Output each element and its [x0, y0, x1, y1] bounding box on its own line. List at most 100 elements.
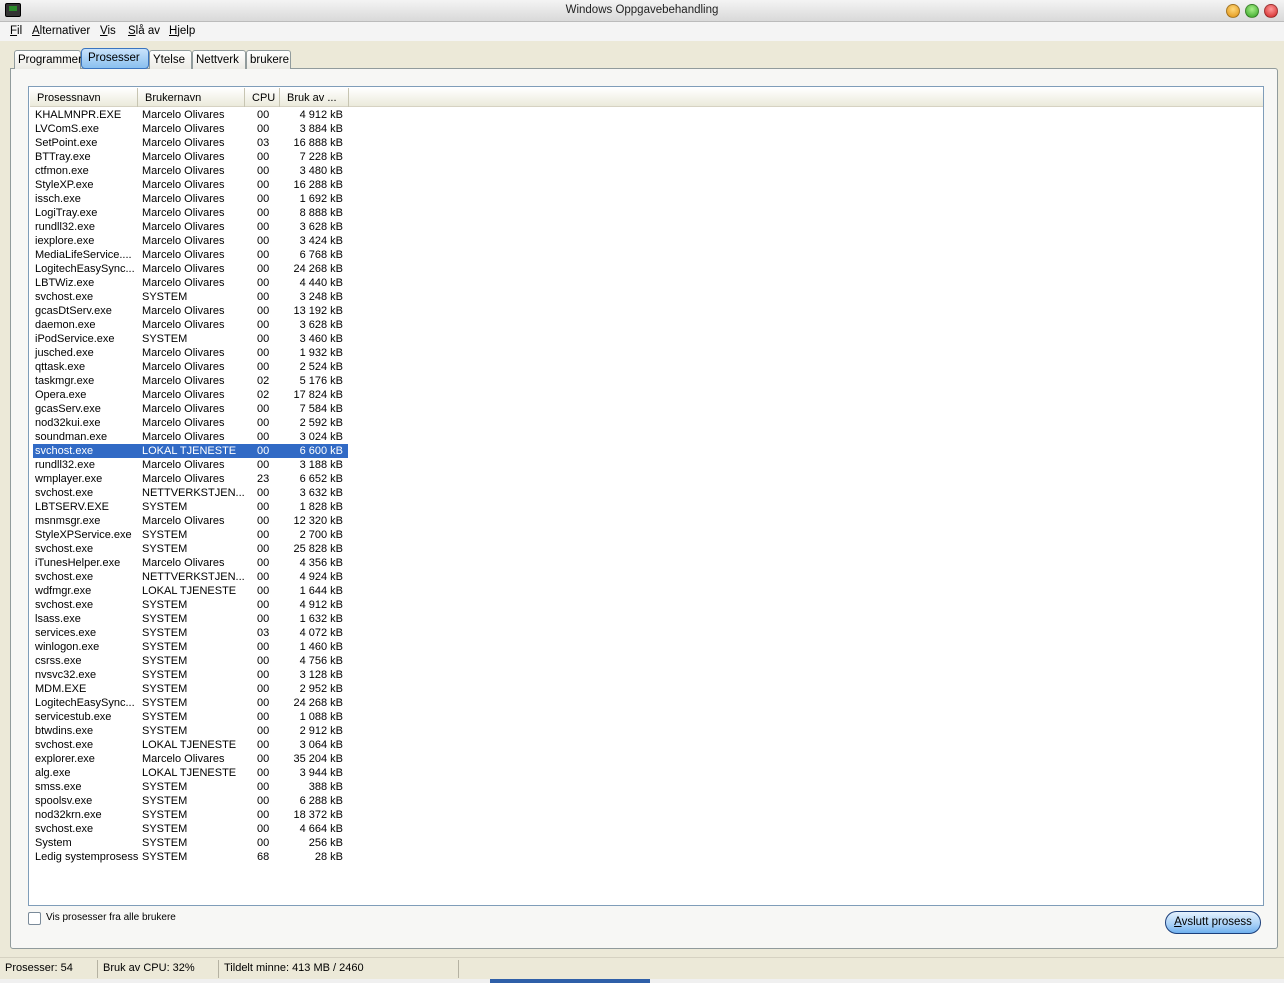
table-row[interactable]: MediaLifeService.... Marcelo Olivares 00 6 …: [33, 248, 348, 262]
cell-memory: 2 524 kB: [299, 361, 343, 373]
table-row[interactable]: KHALMNPR.EXE Marcelo Olivares 00 4 912 kB: [33, 108, 348, 122]
cell-user-name: Marcelo Olivares: [142, 263, 225, 275]
table-row[interactable]: svchost.exe SYSTEM 00 4 912 kB: [33, 598, 348, 612]
end-process-button[interactable]: Avslutt prosess: [1165, 911, 1261, 934]
cell-process-name: wmplayer.exe: [35, 473, 103, 485]
table-row[interactable]: lsass.exe SYSTEM 00 1 632 kB: [33, 612, 348, 626]
cell-process-name: Ledig systemprosess: [35, 851, 139, 863]
table-row[interactable]: soundman.exe Marcelo Olivares 00 3 024 kB: [33, 430, 348, 444]
table-row[interactable]: LBTWiz.exe Marcelo Olivares 00 4 440 kB: [33, 276, 348, 290]
table-row[interactable]: gcasServ.exe Marcelo Olivares 00 7 584 kB: [33, 402, 348, 416]
cell-user-name: Marcelo Olivares: [142, 207, 225, 219]
show-all-users-checkbox[interactable]: [28, 912, 41, 925]
table-row[interactable]: LogitechEasySync... SYSTEM 00 24 268 kB: [33, 696, 348, 710]
table-row[interactable]: SetPoint.exe Marcelo Olivares 03 16 888 kB: [33, 136, 348, 150]
table-row[interactable]: issch.exe Marcelo Olivares 00 1 692 kB: [33, 192, 348, 206]
cell-process-name: services.exe: [35, 627, 97, 639]
table-row[interactable]: LVComS.exe Marcelo Olivares 00 3 884 kB: [33, 122, 348, 136]
table-row[interactable]: winlogon.exe SYSTEM 00 1 460 kB: [33, 640, 348, 654]
tab-ytelse[interactable]: Ytelse: [149, 50, 192, 69]
cell-process-name: explorer.exe: [35, 753, 95, 765]
cell-user-name: Marcelo Olivares: [142, 235, 225, 247]
table-row[interactable]: servicestub.exe SYSTEM 00 1 088 kB: [33, 710, 348, 724]
menu-fil[interactable]: Fil: [10, 25, 22, 37]
cell-process-name: rundll32.exe: [35, 221, 95, 233]
column-header-process-name[interactable]: Prosessnavn: [30, 88, 138, 107]
column-header-cpu[interactable]: CPU: [245, 88, 280, 107]
table-row[interactable]: spoolsv.exe SYSTEM 00 6 288 kB: [33, 794, 348, 808]
table-row[interactable]: StyleXP.exe Marcelo Olivares 00 16 288 kB: [33, 178, 348, 192]
cell-process-name: msnmsgr.exe: [35, 515, 101, 527]
table-row[interactable]: rundll32.exe Marcelo Olivares 00 3 188 kB: [33, 458, 348, 472]
table-row[interactable]: rundll32.exe Marcelo Olivares 00 3 628 kB: [33, 220, 348, 234]
cell-process-name: KHALMNPR.EXE: [35, 109, 122, 121]
table-row[interactable]: svchost.exe NETTVERKSTJEN... 00 3 632 kB: [33, 486, 348, 500]
menu-alternativer[interactable]: Alternativer: [32, 25, 90, 37]
table-row[interactable]: LogitechEasySync... Marcelo Olivares 00 24 …: [33, 262, 348, 276]
cell-memory: 4 440 kB: [299, 277, 343, 289]
process-list[interactable]: Prosessnavn Brukernavn CPU Bruk av ... K…: [28, 86, 1264, 906]
table-row[interactable]: svchost.exe SYSTEM 00 3 248 kB: [33, 290, 348, 304]
table-row[interactable]: explorer.exe Marcelo Olivares 00 35 204 kB: [33, 752, 348, 766]
table-row[interactable]: iTunesHelper.exe Marcelo Olivares 00 4 356 …: [33, 556, 348, 570]
cell-process-name: qttask.exe: [35, 361, 86, 373]
table-row[interactable]: StyleXPService.exe SYSTEM 00 2 700 kB: [33, 528, 348, 542]
table-row[interactable]: qttask.exe Marcelo Olivares 00 2 524 kB: [33, 360, 348, 374]
table-row[interactable]: svchost.exe SYSTEM 00 4 664 kB: [33, 822, 348, 836]
table-row[interactable]: jusched.exe Marcelo Olivares 00 1 932 kB: [33, 346, 348, 360]
cell-cpu: 02: [257, 375, 270, 387]
tab-prosesser[interactable]: Prosesser: [81, 48, 149, 69]
table-row[interactable]: taskmgr.exe Marcelo Olivares 02 5 176 kB: [33, 374, 348, 388]
tab-nettverk[interactable]: Nettverk: [192, 50, 246, 69]
table-row[interactable]: MDM.EXE SYSTEM 00 2 952 kB: [33, 682, 348, 696]
cell-process-name: nod32kui.exe: [35, 417, 101, 429]
table-row[interactable]: ctfmon.exe Marcelo Olivares 00 3 480 kB: [33, 164, 348, 178]
minimize-button[interactable]: [1226, 4, 1240, 18]
cell-memory: 4 924 kB: [299, 571, 343, 583]
tab-brukere[interactable]: brukere: [246, 50, 291, 69]
table-row[interactable]: services.exe SYSTEM 03 4 072 kB: [33, 626, 348, 640]
cell-cpu: 00: [257, 263, 270, 275]
table-row[interactable]: Ledig systemprosess SYSTEM 68 28 kB: [33, 850, 348, 864]
cell-memory: 3 128 kB: [299, 669, 343, 681]
table-row[interactable]: iPodService.exe SYSTEM 00 3 460 kB: [33, 332, 348, 346]
table-row[interactable]: nod32kui.exe Marcelo Olivares 00 2 592 kB: [33, 416, 348, 430]
menu-hjelp[interactable]: Hjelp: [169, 25, 195, 37]
table-row[interactable]: svchost.exe LOKAL TJENESTE 00 3 064 kB: [33, 738, 348, 752]
column-header-user-name[interactable]: Brukernavn: [138, 88, 245, 107]
table-row[interactable]: Opera.exe Marcelo Olivares 02 17 824 kB: [33, 388, 348, 402]
cell-memory: 3 628 kB: [299, 221, 343, 233]
table-row[interactable]: LogiTray.exe Marcelo Olivares 00 8 888 kB: [33, 206, 348, 220]
table-row[interactable]: btwdins.exe SYSTEM 00 2 912 kB: [33, 724, 348, 738]
table-row[interactable]: svchost.exe SYSTEM 00 25 828 kB: [33, 542, 348, 556]
tab-programmer[interactable]: Programmer: [14, 50, 82, 69]
cell-user-name: Marcelo Olivares: [142, 753, 225, 765]
table-row[interactable]: iexplore.exe Marcelo Olivares 00 3 424 kB: [33, 234, 348, 248]
table-row[interactable]: smss.exe SYSTEM 00 388 kB: [33, 780, 348, 794]
menu-vis[interactable]: Vis: [100, 25, 116, 37]
maximize-button[interactable]: [1245, 4, 1259, 18]
table-row[interactable]: wdfmgr.exe LOKAL TJENESTE 00 1 644 kB: [33, 584, 348, 598]
table-row[interactable]: BTTray.exe Marcelo Olivares 00 7 228 kB: [33, 150, 348, 164]
table-row[interactable]: nvsvc32.exe SYSTEM 00 3 128 kB: [33, 668, 348, 682]
column-header-memory[interactable]: Bruk av ...: [280, 88, 349, 107]
taskbar-button[interactable]: [490, 979, 650, 983]
menu-sla-av[interactable]: Slå av: [128, 25, 160, 37]
cell-memory: 3 188 kB: [299, 459, 343, 471]
cell-cpu: 00: [257, 207, 270, 219]
table-row[interactable]: wmplayer.exe Marcelo Olivares 23 6 652 kB: [33, 472, 348, 486]
table-row[interactable]: svchost.exe LOKAL TJENESTE 00 6 600 kB: [33, 444, 348, 458]
table-row[interactable]: csrss.exe SYSTEM 00 4 756 kB: [33, 654, 348, 668]
table-row[interactable]: System SYSTEM 00 256 kB: [33, 836, 348, 850]
close-button[interactable]: [1264, 4, 1278, 18]
table-row[interactable]: daemon.exe Marcelo Olivares 00 3 628 kB: [33, 318, 348, 332]
table-row[interactable]: nod32krn.exe SYSTEM 00 18 372 kB: [33, 808, 348, 822]
table-row[interactable]: gcasDtServ.exe Marcelo Olivares 00 13 192 k…: [33, 304, 348, 318]
cell-memory: 3 480 kB: [299, 165, 343, 177]
cell-user-name: Marcelo Olivares: [142, 179, 225, 191]
table-row[interactable]: svchost.exe NETTVERKSTJEN... 00 4 924 kB: [33, 570, 348, 584]
table-row[interactable]: LBTSERV.EXE SYSTEM 00 1 828 kB: [33, 500, 348, 514]
table-row[interactable]: msnmsgr.exe Marcelo Olivares 00 12 320 kB: [33, 514, 348, 528]
cell-process-name: svchost.exe: [35, 571, 94, 583]
table-row[interactable]: alg.exe LOKAL TJENESTE 00 3 944 kB: [33, 766, 348, 780]
